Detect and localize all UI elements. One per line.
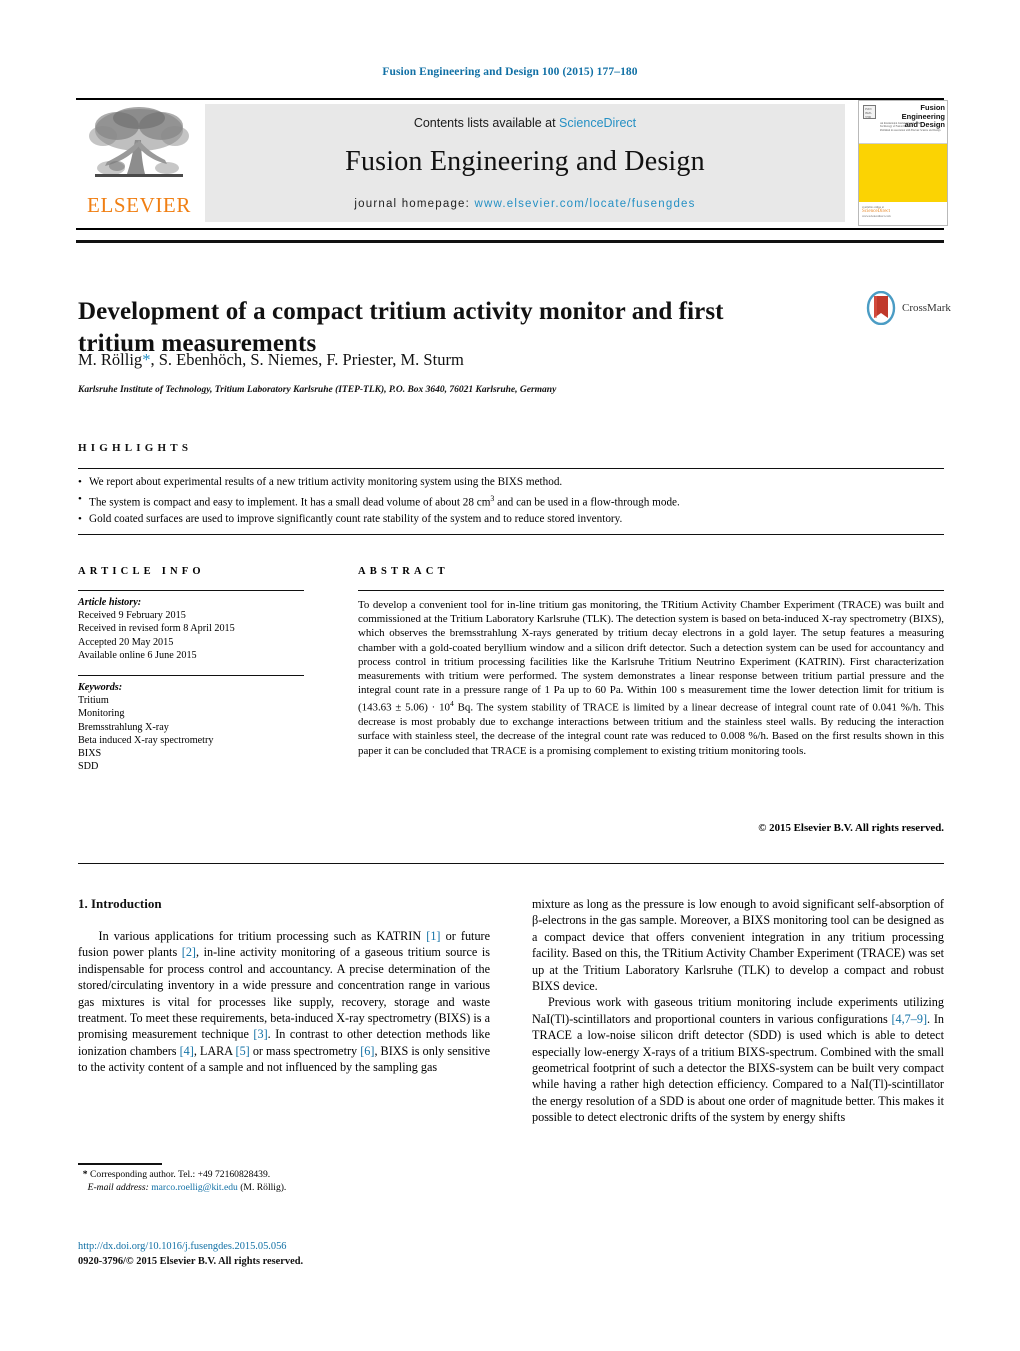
footer-block: http://dx.doi.org/10.1016/j.fusengdes.20… (78, 1240, 498, 1269)
intro-paragraph-2: mixture as long as the pressure is low e… (532, 897, 944, 994)
elsevier-logo: ELSEVIER (78, 104, 200, 224)
crossmark-label: CrossMark (902, 302, 951, 314)
keywords-rule (78, 675, 304, 676)
history-item: Received in revised form 8 April 2015 (78, 623, 235, 635)
paper-page: Fusion Engineering and Design 100 (2015)… (0, 0, 1020, 1351)
keywords-block: Keywords: Tritium Monitoring Bremsstrahl… (78, 681, 318, 773)
journal-homepage-line: journal homepage: www.elsevier.com/locat… (205, 198, 845, 210)
homepage-url-link[interactable]: www.elsevier.com/locate/fusengdes (474, 198, 695, 210)
email-note: E-mail address: marco.roellig@kit.edu (M… (87, 1182, 287, 1193)
history-item: Accepted 20 May 2015 (78, 636, 174, 648)
article-info-rule (78, 590, 304, 591)
keyword-item: Beta induced X-ray spectrometry (78, 734, 214, 746)
bullet-icon: • (78, 476, 82, 488)
highlight-text-1: We report about experimental results of … (89, 476, 563, 488)
body-column-left: In various applications for tritium proc… (78, 928, 490, 1076)
abstract-rule (358, 590, 944, 591)
keyword-item: Bremsstrahlung X-ray (78, 721, 169, 733)
footnote-block: * Corresponding author. Tel.: +49 721608… (78, 1168, 498, 1194)
cover-issn-badge: ISSN 0920-3796 (863, 105, 876, 119)
history-item: Available online 6 June 2015 (78, 649, 197, 661)
corresponding-author-note: * Corresponding author. Tel.: +49 721608… (82, 1169, 271, 1180)
keyword-item: Tritium (78, 695, 109, 707)
crossmark-icon (866, 291, 896, 325)
doi-link[interactable]: http://dx.doi.org/10.1016/j.fusengdes.20… (78, 1240, 498, 1255)
intro-paragraph-1: In various applications for tritium proc… (78, 929, 491, 1075)
sciencedirect-link[interactable]: ScienceDirect (559, 116, 636, 130)
cover-title-line1: Fusion Engineering (901, 103, 945, 121)
article-history-label: Article history: (78, 597, 142, 608)
running-head: Fusion Engineering and Design 100 (2015)… (382, 66, 638, 78)
highlight-text-2: The system is compact and easy to implem… (89, 493, 680, 509)
history-item: Received 9 February 2015 (78, 610, 186, 622)
contents-panel: Contents lists available at ScienceDirec… (205, 104, 845, 222)
abstract-bottom-rule (78, 863, 944, 864)
citation-ref[interactable]: [6] (360, 1044, 374, 1058)
homepage-label: journal homepage: (354, 198, 471, 210)
highlights-heading: HIGHLIGHTS (78, 442, 193, 454)
cover-yellow-band (859, 144, 947, 202)
email-label: E-mail address: (87, 1182, 149, 1193)
abstract-text: To develop a convenient tool for in-line… (358, 599, 944, 757)
citation-ref[interactable]: [5] (236, 1044, 250, 1058)
cover-header: ISSN 0920-3796 Fusion Engineering and De… (859, 101, 947, 144)
citation-ref[interactable]: [1] (426, 929, 440, 943)
email-link[interactable]: marco.roellig@kit.edu (151, 1182, 238, 1193)
article-info-heading: ARTICLE INFO (78, 566, 205, 577)
affiliation: Karlsruhe Institute of Technology, Triti… (78, 385, 557, 395)
section-heading-introduction: 1. Introduction (78, 896, 162, 911)
body-column-right: mixture as long as the pressure is low e… (532, 896, 944, 1126)
keyword-item: SDD (78, 761, 99, 773)
cover-footer: available online at ScienceDirect www.sc… (859, 202, 947, 225)
citation-ref[interactable]: [4] (180, 1044, 194, 1058)
journal-cover-thumbnail: ISSN 0920-3796 Fusion Engineering and De… (858, 100, 948, 226)
elsevier-wordmark: ELSEVIER (87, 193, 191, 217)
elsevier-tree-icon (89, 107, 189, 177)
highlight-text-3: Gold coated surfaces are used to improve… (89, 512, 623, 525)
highlights-bottom-rule (78, 534, 944, 535)
keyword-item: BIXS (78, 748, 102, 760)
article-history: Article history: Received 9 February 201… (78, 596, 318, 662)
citation-ref[interactable]: [2] (182, 945, 196, 959)
abstract-copyright: © 2015 Elsevier B.V. All rights reserved… (758, 822, 944, 834)
contents-prefix: Contents lists available at (413, 116, 560, 130)
highlights-top-rule (78, 468, 944, 469)
bullet-icon: • (78, 492, 82, 505)
author-list: M. Röllig*, S. Ebenhöch, S. Niemes, F. P… (78, 350, 838, 370)
list-item: • The system is compact and easy to impl… (78, 491, 944, 511)
footnote-rule (78, 1163, 162, 1165)
list-item: • Gold coated surfaces are used to impro… (78, 511, 944, 528)
abstract-heading: ABSTRACT (358, 566, 449, 577)
journal-title: Fusion Engineering and Design (345, 146, 705, 177)
keywords-label: Keywords: (78, 682, 123, 693)
highlights-list: • We report about experimental results o… (78, 474, 944, 527)
crossmark-badge[interactable]: CrossMark (864, 288, 956, 328)
citation-ref[interactable]: [4,7–9] (891, 1012, 927, 1026)
contents-available-line: Contents lists available at ScienceDirec… (205, 104, 845, 130)
keyword-item: Monitoring (78, 708, 125, 720)
bullet-icon: • (78, 512, 82, 525)
masthead-bottom-rule (76, 240, 944, 243)
cover-sub-line3: Published in association with Elsevier S… (880, 128, 941, 132)
cover-bottom-url: www.sciencedirect.com (862, 214, 891, 218)
issn-copyright-line: 0920-3796/© 2015 Elsevier B.V. All right… (78, 1255, 304, 1267)
intro-paragraph-3: Previous work with gaseous tritium monit… (532, 995, 944, 1125)
cover-subtitle: An International Journal devoted to the … (880, 122, 945, 132)
authors-rest: , S. Ebenhöch, S. Niemes, F. Priester, M… (150, 350, 464, 369)
list-item: • We report about experimental results o… (78, 474, 944, 491)
author-first: M. Röllig (78, 350, 143, 369)
citation-ref[interactable]: [3] (253, 1027, 267, 1041)
